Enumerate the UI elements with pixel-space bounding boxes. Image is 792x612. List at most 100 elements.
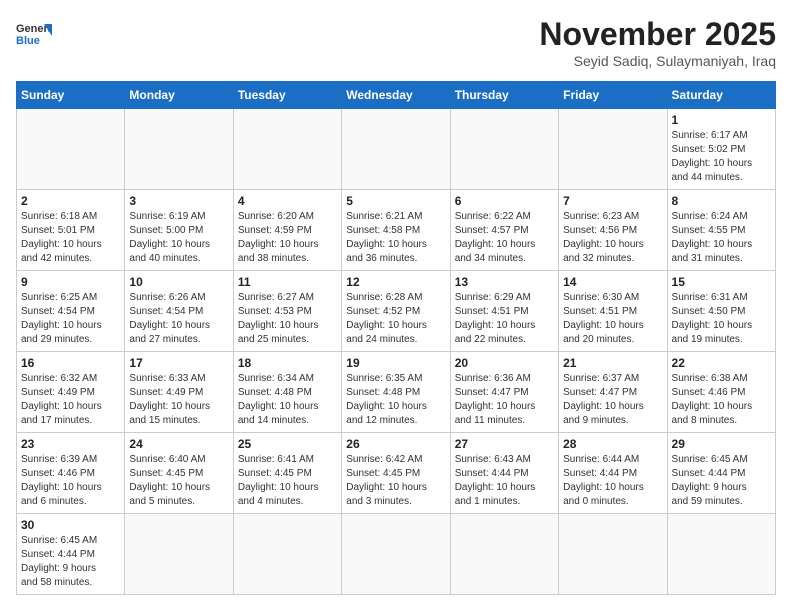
table-row: 11Sunrise: 6:27 AMSunset: 4:53 PMDayligh… [233,271,341,352]
header-friday: Friday [559,82,667,109]
day-number: 5 [346,194,445,208]
table-row: 27 Sunrise: 6:43 AMSunset: 4:44 PMDayligh… [450,433,558,514]
day-number: 15 [672,275,771,289]
table-row: 5 Sunrise: 6:21 AMSunset: 4:58 PMDaylight… [342,190,450,271]
table-row: 26 Sunrise: 6:42 AMSunset: 4:45 PMDayligh… [342,433,450,514]
title-section: November 2025 Seyid Sadiq, Sulaymaniyah,… [539,16,776,69]
location-subtitle: Seyid Sadiq, Sulaymaniyah, Iraq [539,53,776,69]
day-info: Sunrise: 6:25 AMSunset: 4:54 PMDaylight:… [21,291,120,347]
day-number: 19 [346,356,445,370]
day-number: 21 [563,356,662,370]
day-info: Sunrise: 6:20 AMSunset: 4:59 PMDaylight:… [238,210,337,266]
table-row: 20Sunrise: 6:36 AMSunset: 4:47 PMDayligh… [450,352,558,433]
table-row: 17Sunrise: 6:33 AMSunset: 4:49 PMDayligh… [125,352,233,433]
day-number: 26 [346,437,445,451]
day-info: Sunrise: 6:40 AMSunset: 4:45 PMDaylight:… [129,453,228,509]
calendar-row: 9 Sunrise: 6:25 AMSunset: 4:54 PMDaylight… [17,271,776,352]
day-number: 16 [21,356,120,370]
day-info: Sunrise: 6:39 AMSunset: 4:46 PMDaylight:… [21,453,120,509]
table-row: 19 Sunrise: 6:35 AMSunset: 4:48 PMDayligh… [342,352,450,433]
day-number: 18 [238,356,337,370]
day-number: 9 [21,275,120,289]
table-row: 13 Sunrise: 6:29 AMSunset: 4:51 PMDayligh… [450,271,558,352]
day-info: Sunrise: 6:41 AMSunset: 4:45 PMDaylight:… [238,453,337,509]
weekday-header-row: Sunday Monday Tuesday Wednesday Thursday… [17,82,776,109]
table-row: 9 Sunrise: 6:25 AMSunset: 4:54 PMDaylight… [17,271,125,352]
calendar-row: 23 Sunrise: 6:39 AMSunset: 4:46 PMDayligh… [17,433,776,514]
header-sunday: Sunday [17,82,125,109]
table-row: 4 Sunrise: 6:20 AMSunset: 4:59 PMDaylight… [233,190,341,271]
header-monday: Monday [125,82,233,109]
header-wednesday: Wednesday [342,82,450,109]
day-number: 22 [672,356,771,370]
calendar-row: 16 Sunrise: 6:32 AMSunset: 4:49 PMDayligh… [17,352,776,433]
table-row: 25Sunrise: 6:41 AMSunset: 4:45 PMDayligh… [233,433,341,514]
day-info: Sunrise: 6:18 AMSunset: 5:01 PMDaylight:… [21,210,120,266]
day-info: Sunrise: 6:30 AMSunset: 4:51 PMDaylight:… [563,291,662,347]
day-info: Sunrise: 6:37 AMSunset: 4:47 PMDaylight:… [563,372,662,428]
day-info: Sunrise: 6:19 AMSunset: 5:00 PMDaylight:… [129,210,228,266]
table-row [450,109,558,190]
day-info: Sunrise: 6:29 AMSunset: 4:51 PMDaylight:… [455,291,554,347]
day-number: 4 [238,194,337,208]
day-info: Sunrise: 6:27 AMSunset: 4:53 PMDaylight:… [238,291,337,347]
table-row [233,514,341,595]
table-row: 3 Sunrise: 6:19 AMSunset: 5:00 PMDaylight… [125,190,233,271]
day-number: 3 [129,194,228,208]
day-info: Sunrise: 6:23 AMSunset: 4:56 PMDaylight:… [563,210,662,266]
day-info: Sunrise: 6:36 AMSunset: 4:47 PMDaylight:… [455,372,554,428]
day-info: Sunrise: 6:45 AMSunset: 4:44 PMDaylight:… [21,534,120,590]
day-number: 28 [563,437,662,451]
table-row: 16 Sunrise: 6:32 AMSunset: 4:49 PMDayligh… [17,352,125,433]
day-info: Sunrise: 6:45 AMSunset: 4:44 PMDaylight:… [672,453,771,509]
day-info: Sunrise: 6:35 AMSunset: 4:48 PMDaylight:… [346,372,445,428]
day-number: 14 [563,275,662,289]
header-saturday: Saturday [667,82,775,109]
table-row [17,109,125,190]
day-number: 27 [455,437,554,451]
day-info: Sunrise: 6:22 AMSunset: 4:57 PMDaylight:… [455,210,554,266]
month-title: November 2025 [539,16,776,53]
day-info: Sunrise: 6:34 AMSunset: 4:48 PMDaylight:… [238,372,337,428]
day-info: Sunrise: 6:42 AMSunset: 4:45 PMDaylight:… [346,453,445,509]
day-number: 7 [563,194,662,208]
table-row [450,514,558,595]
day-info: Sunrise: 6:26 AMSunset: 4:54 PMDaylight:… [129,291,228,347]
day-number: 24 [129,437,228,451]
table-row: 2Sunrise: 6:18 AMSunset: 5:01 PMDaylight… [17,190,125,271]
day-number: 13 [455,275,554,289]
day-number: 17 [129,356,228,370]
table-row: 1 Sunrise: 6:17 AMSunset: 5:02 PMDaylight… [667,109,775,190]
table-row: 21 Sunrise: 6:37 AMSunset: 4:47 PMDayligh… [559,352,667,433]
day-number: 6 [455,194,554,208]
table-row [125,109,233,190]
calendar-table: Sunday Monday Tuesday Wednesday Thursday… [16,81,776,595]
calendar-row: 2Sunrise: 6:18 AMSunset: 5:01 PMDaylight… [17,190,776,271]
day-info: Sunrise: 6:17 AMSunset: 5:02 PMDaylight:… [672,129,771,185]
day-number: 23 [21,437,120,451]
table-row [342,109,450,190]
day-number: 29 [672,437,771,451]
table-row [667,514,775,595]
day-number: 30 [21,518,120,532]
day-info: Sunrise: 6:38 AMSunset: 4:46 PMDaylight:… [672,372,771,428]
day-info: Sunrise: 6:32 AMSunset: 4:49 PMDaylight:… [21,372,120,428]
logo: General Blue [16,16,52,52]
header-tuesday: Tuesday [233,82,341,109]
day-number: 1 [672,113,771,127]
header-thursday: Thursday [450,82,558,109]
table-row: 18 Sunrise: 6:34 AMSunset: 4:48 PMDayligh… [233,352,341,433]
table-row [233,109,341,190]
table-row: 29 Sunrise: 6:45 AMSunset: 4:44 PMDayligh… [667,433,775,514]
day-number: 10 [129,275,228,289]
day-number: 12 [346,275,445,289]
day-info: Sunrise: 6:43 AMSunset: 4:44 PMDaylight:… [455,453,554,509]
table-row: 10 Sunrise: 6:26 AMSunset: 4:54 PMDayligh… [125,271,233,352]
page-header: General Blue November 2025 Seyid Sadiq, … [16,16,776,69]
day-info: Sunrise: 6:24 AMSunset: 4:55 PMDaylight:… [672,210,771,266]
day-number: 8 [672,194,771,208]
day-info: Sunrise: 6:21 AMSunset: 4:58 PMDaylight:… [346,210,445,266]
table-row: 6 Sunrise: 6:22 AMSunset: 4:57 PMDaylight… [450,190,558,271]
calendar-row: 30 Sunrise: 6:45 AMSunset: 4:44 PMDayligh… [17,514,776,595]
day-info: Sunrise: 6:31 AMSunset: 4:50 PMDaylight:… [672,291,771,347]
